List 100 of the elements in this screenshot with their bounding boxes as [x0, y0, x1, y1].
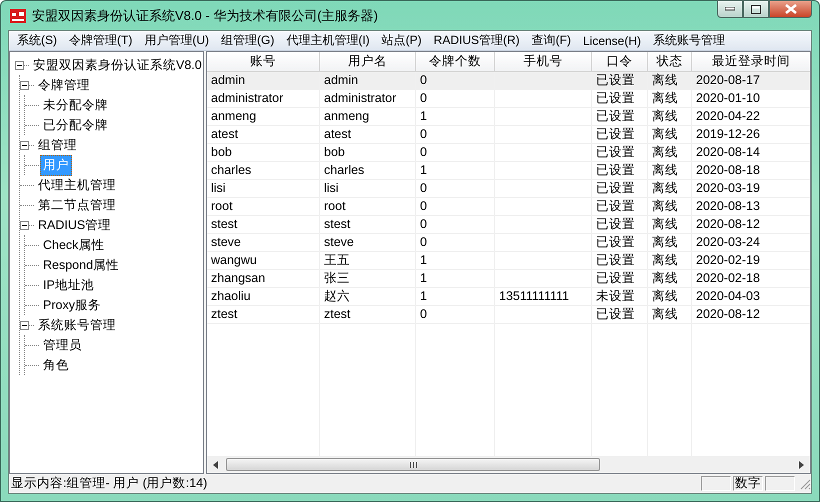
collapse-icon[interactable]	[20, 80, 29, 90]
tree-item[interactable]: 系统账号管理	[35, 314, 119, 336]
collapse-icon[interactable]	[15, 60, 24, 70]
table-cell: root	[211, 199, 233, 213]
table-cell: 已设置	[596, 145, 635, 159]
maximize-button[interactable]	[743, 0, 769, 18]
menu-item[interactable]: 系统账号管理	[647, 32, 732, 49]
table-row[interactable]: anmeng anmeng 1 已设置 离线 2020-04-22	[207, 108, 810, 126]
table-cell: 离线	[652, 289, 678, 303]
table-cell: 1	[420, 253, 427, 267]
menu-item[interactable]: 系统(S)	[11, 32, 63, 49]
table-cell: stest	[324, 217, 350, 231]
column-header[interactable]: 令牌个数	[416, 52, 495, 72]
table-cell: anmeng	[324, 109, 370, 123]
table-cell: 2020-08-14	[696, 145, 760, 159]
column-header[interactable]: 用户名	[320, 52, 416, 72]
table-cell: stest	[211, 217, 238, 231]
table-cell: 2020-08-12	[696, 217, 760, 231]
menu-item[interactable]: 用户管理(U)	[138, 32, 215, 49]
tree-item[interactable]: 令牌管理	[35, 74, 93, 96]
column-header[interactable]: 手机号	[495, 52, 592, 72]
collapse-icon[interactable]	[20, 320, 29, 330]
tree-item[interactable]: 第二节点管理	[35, 194, 119, 216]
menu-item[interactable]: 组管理(G)	[215, 32, 280, 49]
table-row[interactable]: steve steve 0 已设置 离线 2020-03-24	[207, 234, 810, 252]
table-row[interactable]: root root 0 已设置 离线 2020-08-13	[207, 198, 810, 216]
column-header[interactable]: 最近登录时间	[692, 52, 810, 72]
tree-item[interactable]: 未分配令牌	[40, 94, 111, 116]
table-cell: zhaoliu	[211, 289, 251, 303]
collapse-icon[interactable]	[20, 140, 29, 150]
table-cell: bob	[324, 145, 345, 159]
column-header[interactable]: 口令	[592, 52, 648, 72]
table-cell: 离线	[652, 73, 678, 87]
table-row[interactable]: zhangsan 张三 1 已设置 离线 2020-02-18	[207, 270, 810, 288]
scroll-left-icon[interactable]	[213, 460, 218, 468]
table-cell: 2020-08-13	[696, 199, 760, 213]
table-cell: administrator	[211, 91, 284, 105]
table-cell: 张三	[324, 271, 350, 285]
menu-item[interactable]: 代理主机管理(I)	[280, 32, 376, 49]
table-row[interactable]: bob bob 0 已设置 离线 2020-08-14	[207, 144, 810, 162]
table-row[interactable]: zhaoliu 赵六 1 13511111111 未设置 离线 2020-04-03	[207, 288, 810, 306]
table-row[interactable]: wangwu 王五 1 已设置 离线 2020-02-19	[207, 252, 810, 270]
status-text: 显示内容:组管理- 用户 (用户数:14)	[11, 475, 208, 492]
table-cell: 2020-08-17	[696, 73, 760, 87]
tree-item[interactable]: 管理员	[40, 334, 85, 356]
tree-item[interactable]: IP地址池	[40, 274, 97, 296]
table-cell: charles	[211, 163, 252, 177]
tree-item[interactable]: 组管理	[35, 134, 80, 156]
table-cell: 13511111111	[499, 289, 569, 303]
table-cell: 0	[420, 73, 427, 87]
column-header[interactable]: 状态	[648, 52, 692, 72]
menu-item[interactable]: 令牌管理(T)	[63, 32, 138, 49]
table-cell: 已设置	[596, 181, 635, 195]
table-cell: atest	[324, 127, 352, 141]
scrollbar-thumb[interactable]	[226, 458, 600, 471]
tree-item[interactable]: 安盟双因素身份认证系统V8.0	[30, 54, 203, 76]
menu-item[interactable]: 站点(P)	[376, 32, 428, 49]
table-cell: 0	[420, 127, 427, 141]
scroll-right-icon[interactable]	[799, 460, 804, 468]
table-cell: administrator	[324, 91, 396, 105]
table-cell: 0	[420, 235, 427, 249]
horizontal-scrollbar[interactable]	[207, 456, 810, 473]
table-cell: 已设置	[596, 109, 635, 123]
table-cell: 离线	[652, 271, 678, 285]
table-row[interactable]: stest stest 0 已设置 离线 2020-08-12	[207, 216, 810, 234]
table-cell: wangwu	[211, 253, 257, 267]
table-cell: admin	[211, 73, 246, 87]
table-row[interactable]: administrator administrator 0 已设置 离线 2020-01-10	[207, 90, 810, 108]
collapse-icon[interactable]	[20, 220, 29, 230]
tree-item[interactable]: 已分配令牌	[40, 114, 111, 136]
table-cell: 赵六	[324, 289, 350, 303]
table-cell: zhangsan	[211, 271, 266, 285]
menu-item[interactable]: RADIUS管理(R)	[428, 32, 526, 49]
close-button[interactable]	[769, 0, 812, 18]
tree-item[interactable]: Respond属性	[40, 254, 122, 276]
table-cell: 离线	[652, 91, 678, 105]
column-header[interactable]: 账号	[207, 52, 320, 72]
tree-item[interactable]: 角色	[40, 354, 72, 376]
table-cell: 2020-04-22	[696, 109, 760, 123]
status-pane: 数字	[733, 476, 763, 491]
table-row[interactable]: lisi lisi 0 已设置 离线 2020-03-19	[207, 180, 810, 198]
table-cell: 已设置	[596, 127, 635, 141]
menu-item[interactable]: License(H)	[576, 34, 648, 48]
tree-item[interactable]: Proxy服务	[40, 294, 104, 316]
table-cell: 已设置	[596, 235, 635, 249]
empty-status-pane	[701, 476, 731, 491]
table-cell: steve	[324, 235, 354, 249]
table-cell: 离线	[652, 109, 678, 123]
table-row[interactable]: atest atest 0 已设置 离线 2019-12-26	[207, 126, 810, 144]
resize-grip-icon[interactable]	[799, 478, 811, 490]
tree-item[interactable]: Check属性	[40, 234, 108, 256]
table-row[interactable]: ztest ztest 0 已设置 离线 2020-08-12	[207, 306, 810, 324]
tree-item[interactable]: RADIUS管理	[35, 214, 114, 236]
minimize-button[interactable]	[717, 0, 743, 18]
table-cell: 1	[420, 109, 427, 123]
tree-item[interactable]: 代理主机管理	[35, 174, 119, 196]
table-row[interactable]: charles charles 1 已设置 离线 2020-08-18	[207, 162, 810, 180]
menu-item[interactable]: 查询(F)	[526, 32, 577, 49]
table-row[interactable]: admin admin 0 已设置 离线 2020-08-17	[207, 72, 810, 90]
table-cell: 1	[420, 289, 427, 303]
